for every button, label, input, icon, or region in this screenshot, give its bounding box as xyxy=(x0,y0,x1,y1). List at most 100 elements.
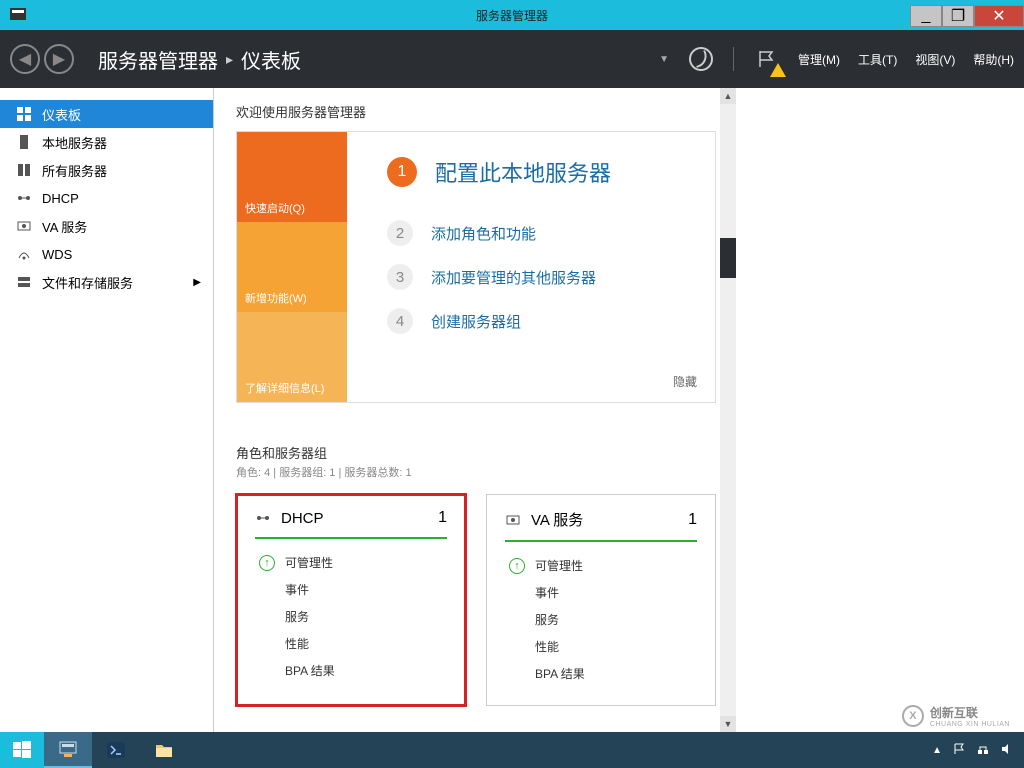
folder-icon xyxy=(153,739,175,761)
tab-label: 快速启动(Q) xyxy=(245,200,305,216)
menu-view[interactable]: 视图(V) xyxy=(915,51,955,68)
scroll-up-button[interactable]: ▲ xyxy=(720,88,736,104)
taskbar-item-powershell[interactable] xyxy=(92,732,140,768)
notifications-button[interactable] xyxy=(752,45,780,73)
sidebar-item-label: 所有服务器 xyxy=(42,161,107,180)
refresh-icon xyxy=(689,47,713,71)
header-divider xyxy=(733,47,734,71)
nav-forward-button[interactable]: ▶ xyxy=(44,44,74,74)
role-card-title: VA 服务 xyxy=(531,509,583,530)
step-label: 创建服务器组 xyxy=(431,311,521,332)
warning-icon xyxy=(770,63,786,77)
role-card-dhcp[interactable]: DHCP 1 ↑可管理性 事件 服务 性能 BPA 结果 xyxy=(236,494,466,706)
role-row-label: 性能 xyxy=(535,638,559,655)
va-icon xyxy=(505,512,521,528)
va-icon xyxy=(16,218,32,234)
role-row-bpa[interactable]: BPA 结果 xyxy=(255,657,447,684)
tab-label: 了解详细信息(L) xyxy=(245,380,324,396)
breadcrumb-current[interactable]: 仪表板 xyxy=(241,45,301,74)
breadcrumb-root[interactable]: 服务器管理器 xyxy=(98,45,218,74)
sidebar-item-dashboard[interactable]: 仪表板 xyxy=(0,100,213,128)
start-button[interactable] xyxy=(0,732,44,768)
sidebar-item-va-services[interactable]: VA 服务 xyxy=(0,212,213,240)
welcome-panel: 快速启动(Q) 新增功能(W) 了解详细信息(L) 1 配置此本地服务器 2 添… xyxy=(236,131,716,403)
taskbar-item-server-manager[interactable] xyxy=(44,732,92,768)
tray-sound-icon[interactable] xyxy=(1000,742,1014,759)
step-add-servers[interactable]: 3 添加要管理的其他服务器 xyxy=(387,264,687,290)
role-row-label: BPA 结果 xyxy=(535,665,585,682)
sidebar-item-file-storage[interactable]: 文件和存储服务 ▶ xyxy=(0,268,213,296)
role-row-performance[interactable]: 性能 xyxy=(255,630,447,657)
sidebar-item-wds[interactable]: WDS xyxy=(0,240,213,268)
sidebar-item-label: WDS xyxy=(42,247,72,262)
hide-link[interactable]: 隐藏 xyxy=(673,373,697,390)
tray-network-icon[interactable] xyxy=(976,742,990,759)
powershell-icon xyxy=(105,739,127,761)
role-card-title: DHCP xyxy=(281,510,324,527)
system-tray: ▲ xyxy=(932,742,1024,759)
main-content: 欢迎使用服务器管理器 快速启动(Q) 新增功能(W) 了解详细信息(L) 1 配… xyxy=(214,88,736,720)
sidebar-item-label: DHCP xyxy=(42,191,79,206)
role-row-label: 服务 xyxy=(535,611,559,628)
step-configure-local-server[interactable]: 1 配置此本地服务器 xyxy=(387,156,687,188)
taskbar-item-explorer[interactable] xyxy=(140,732,188,768)
storage-icon xyxy=(16,274,32,290)
sidebar-item-label: 仪表板 xyxy=(42,105,81,124)
server-icon xyxy=(16,134,32,150)
role-row-events[interactable]: 事件 xyxy=(505,579,697,606)
dhcp-icon xyxy=(255,510,271,526)
dropdown-icon[interactable]: ▼ xyxy=(659,54,669,65)
menu-help[interactable]: 帮助(H) xyxy=(973,51,1014,68)
role-card-va-services[interactable]: VA 服务 1 ↑可管理性 事件 服务 性能 BPA 结果 xyxy=(486,494,716,706)
servers-icon xyxy=(16,162,32,178)
role-row-label: BPA 结果 xyxy=(285,662,335,679)
maximize-button[interactable]: ❐ xyxy=(942,5,974,27)
minimize-button[interactable]: _ xyxy=(910,5,942,27)
step-label: 配置此本地服务器 xyxy=(435,156,611,188)
minimize-icon: _ xyxy=(922,7,931,25)
maximize-icon: ❐ xyxy=(951,6,965,26)
sidebar-item-local-server[interactable]: 本地服务器 xyxy=(0,128,213,156)
role-row-services[interactable]: 服务 xyxy=(505,606,697,633)
sidebar-item-all-servers[interactable]: 所有服务器 xyxy=(0,156,213,184)
menu-tools[interactable]: 工具(T) xyxy=(858,51,897,68)
close-icon: ✕ xyxy=(992,6,1005,26)
role-row-events[interactable]: 事件 xyxy=(255,576,447,603)
step-number: 4 xyxy=(387,308,413,334)
step-add-roles[interactable]: 2 添加角色和功能 xyxy=(387,220,687,246)
sidebar-item-label: 本地服务器 xyxy=(42,133,107,152)
role-divider xyxy=(505,540,697,542)
role-row-label: 服务 xyxy=(285,608,309,625)
menu-manage[interactable]: 管理(M) xyxy=(798,51,840,68)
step-create-group[interactable]: 4 创建服务器组 xyxy=(387,308,687,334)
role-row-manageability[interactable]: ↑ 可管理性 xyxy=(255,549,447,576)
refresh-button[interactable] xyxy=(687,45,715,73)
role-row-label: 可管理性 xyxy=(535,557,583,574)
role-row-performance[interactable]: 性能 xyxy=(505,633,697,660)
tray-up-icon[interactable]: ▲ xyxy=(932,745,942,756)
sidebar: 仪表板 本地服务器 所有服务器 DHCP VA 服务 WDS 文件和存储服务 ▶ xyxy=(0,88,214,732)
tray-flag-icon[interactable] xyxy=(952,742,966,759)
welcome-heading: 欢迎使用服务器管理器 xyxy=(236,102,716,121)
role-row-services[interactable]: 服务 xyxy=(255,603,447,630)
taskbar: ▲ xyxy=(0,732,1024,768)
role-row-label: 可管理性 xyxy=(285,554,333,571)
nav-back-button[interactable]: ◀ xyxy=(10,44,40,74)
tab-whatsnew[interactable]: 新增功能(W) xyxy=(237,222,347,312)
status-ok-icon: ↑ xyxy=(259,555,275,571)
role-row-manageability[interactable]: ↑可管理性 xyxy=(505,552,697,579)
close-button[interactable]: ✕ xyxy=(974,5,1024,27)
tab-quickstart[interactable]: 快速启动(Q) xyxy=(237,132,347,222)
scrollbar-thumb[interactable] xyxy=(720,238,736,278)
windows-icon xyxy=(12,740,32,760)
sidebar-item-label: VA 服务 xyxy=(42,217,87,236)
vertical-scrollbar[interactable] xyxy=(720,88,736,732)
role-divider xyxy=(255,537,447,539)
role-row-bpa[interactable]: BPA 结果 xyxy=(505,660,697,687)
tab-learnmore[interactable]: 了解详细信息(L) xyxy=(237,312,347,402)
watermark-brand-en: CHUANG XIN HULIAN xyxy=(930,721,1010,728)
role-row-label: 性能 xyxy=(285,635,309,652)
sidebar-item-dhcp[interactable]: DHCP xyxy=(0,184,213,212)
tab-label: 新增功能(W) xyxy=(245,290,307,306)
scroll-down-button[interactable]: ▼ xyxy=(720,716,736,732)
